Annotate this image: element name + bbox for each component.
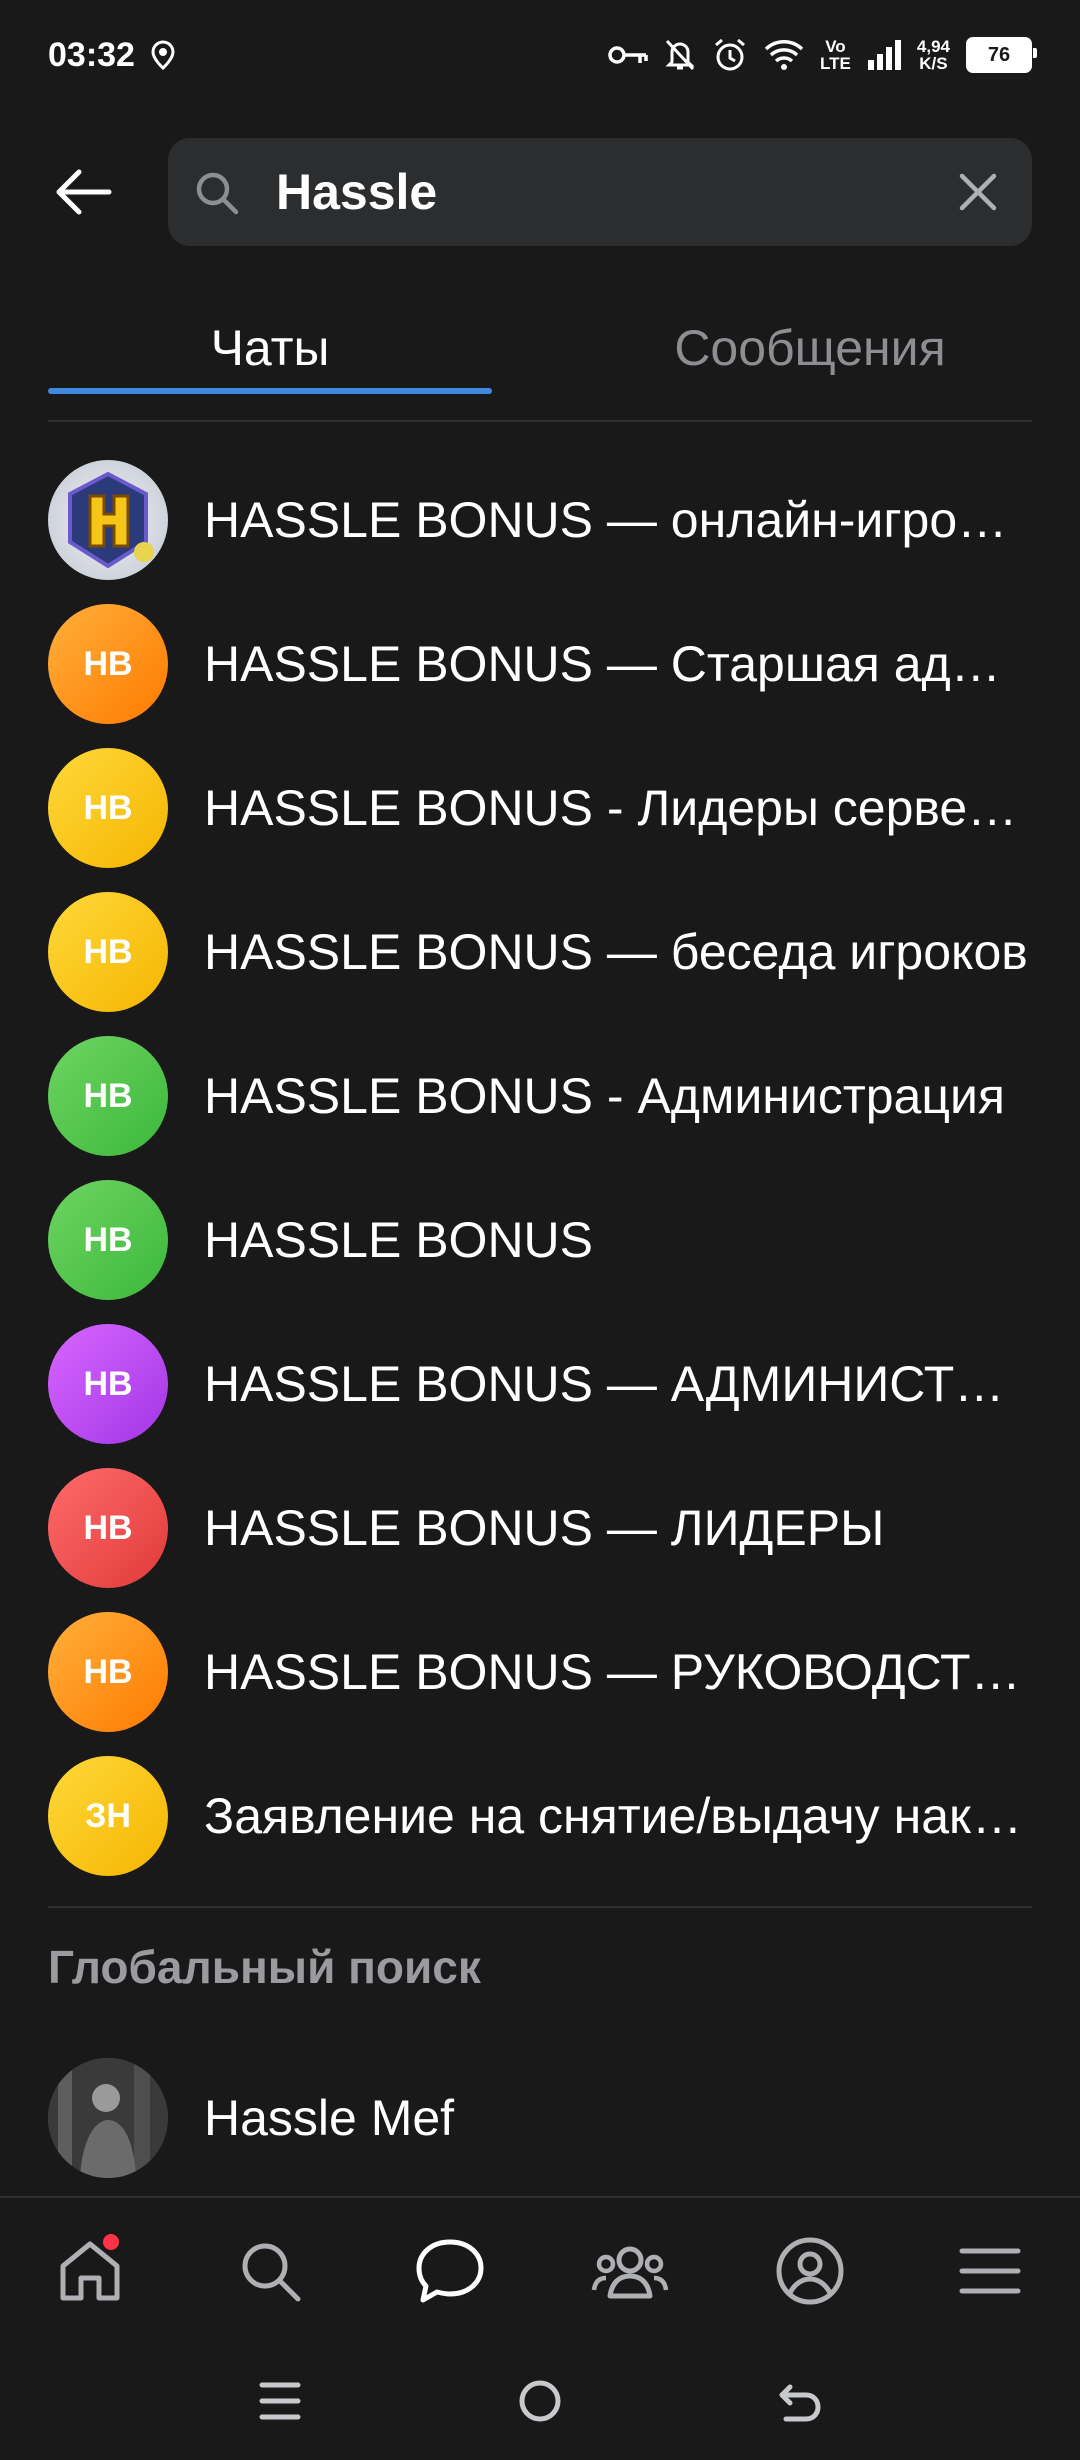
nav-home[interactable] xyxy=(35,2216,145,2326)
list-item[interactable]: HB HASSLE BONUS - Лидеры серверов xyxy=(48,736,1032,880)
avatar: HB xyxy=(48,1612,168,1732)
close-icon xyxy=(959,173,997,211)
tab-messages[interactable]: Сообщения xyxy=(588,300,1032,396)
list-item[interactable]: Hassle Mef xyxy=(48,2046,1032,2190)
menu-icon xyxy=(959,2248,1021,2294)
active-tab-indicator xyxy=(48,388,492,394)
avatar: HB xyxy=(48,1468,168,1588)
tab-chats[interactable]: Чаты xyxy=(48,300,492,396)
list-item[interactable]: HB HASSLE BONUS — беседа игроков xyxy=(48,880,1032,1024)
chat-title: Hassle Mef xyxy=(204,2090,455,2146)
list-item[interactable]: ЗН Заявление на снятие/выдачу наказаний xyxy=(48,1744,1032,1888)
wifi-icon xyxy=(764,39,804,71)
search-icon xyxy=(192,168,242,223)
status-time: 03:32 xyxy=(48,35,135,74)
list-item[interactable]: HB HASSLE BONUS - Администрация xyxy=(48,1024,1032,1168)
nav-menu[interactable] xyxy=(935,2216,1045,2326)
chat-title: HASSLE BONUS - Администрация xyxy=(204,1068,1005,1124)
profile-icon xyxy=(776,2237,844,2305)
nav-messages[interactable] xyxy=(395,2216,505,2326)
avatar: HB xyxy=(48,1036,168,1156)
avatar: HB xyxy=(48,1324,168,1444)
avatar: ЗН xyxy=(48,1756,168,1876)
back-button[interactable] xyxy=(48,162,118,222)
nav-friends[interactable] xyxy=(575,2216,685,2326)
alarm-icon xyxy=(712,37,748,73)
avatar: HB xyxy=(48,1180,168,1300)
avatar: HB xyxy=(48,604,168,724)
back-system-button[interactable] xyxy=(760,2361,840,2441)
avatar: HB xyxy=(48,892,168,1012)
chat-title: HASSLE BONUS — РУКОВОДСТВО xyxy=(204,1644,1032,1700)
list-item[interactable]: HASSLE BONUS — онлайн-игровой проект xyxy=(48,448,1032,592)
avatar xyxy=(48,2058,168,2178)
chat-title: HASSLE BONUS - Лидеры серверов xyxy=(204,780,1032,836)
chat-title: HASSLE BONUS — АДМИНИСТРАЦИЯ xyxy=(204,1356,1032,1412)
bottom-navigation xyxy=(0,2196,1080,2344)
system-navigation-bar xyxy=(0,2342,1080,2460)
chat-title: HASSLE BONUS — онлайн-игровой проект xyxy=(204,492,1032,548)
nav-search[interactable] xyxy=(215,2216,325,2326)
chat-title: HASSLE BONUS xyxy=(204,1212,594,1268)
search-icon xyxy=(242,2243,301,2302)
recent-apps-icon xyxy=(259,2382,301,2420)
avatar xyxy=(48,460,168,580)
clear-search-button[interactable] xyxy=(956,170,1000,219)
messages-icon xyxy=(416,2239,484,2303)
arrow-left-icon xyxy=(56,169,112,215)
chat-title: HASSLE BONUS — ЛИДЕРЫ xyxy=(204,1500,885,1556)
back-arrow-icon xyxy=(779,2384,821,2422)
circle-home-icon xyxy=(519,2380,561,2422)
vpn-key-icon xyxy=(608,43,648,67)
signal-icon xyxy=(867,40,901,70)
search-field[interactable] xyxy=(168,138,1032,246)
home-system-button[interactable] xyxy=(500,2361,580,2441)
chat-title: Заявление на снятие/выдачу наказаний xyxy=(204,1788,1032,1844)
list-item[interactable]: HB HASSLE BONUS — РУКОВОДСТВО xyxy=(48,1600,1032,1744)
chat-results-list: HASSLE BONUS — онлайн-игровой проект HB … xyxy=(48,448,1032,1888)
nav-profile[interactable] xyxy=(755,2216,865,2326)
list-item[interactable]: HB HASSLE BONUS — АДМИНИСТРАЦИЯ xyxy=(48,1312,1032,1456)
list-item[interactable]: HB HASSLE BONUS xyxy=(48,1168,1032,1312)
battery-indicator: 76 xyxy=(966,37,1037,73)
list-item[interactable]: HB HASSLE BONUS — Старшая администрация xyxy=(48,592,1032,736)
avatar: HB xyxy=(48,748,168,868)
hassle-logo-icon xyxy=(68,471,154,569)
recent-apps-button[interactable] xyxy=(240,2361,320,2441)
notifications-off-icon xyxy=(664,38,696,72)
location-pin-icon xyxy=(149,40,177,70)
search-input[interactable] xyxy=(276,138,896,246)
network-type: Vo LTE xyxy=(820,37,851,73)
section-divider xyxy=(48,1906,1032,1908)
network-speed: 4,94 K/S xyxy=(916,37,950,73)
chat-title: HASSLE BONUS — беседа игроков xyxy=(204,924,1028,980)
search-tabs: Чаты Сообщения xyxy=(48,300,1032,422)
friends-icon xyxy=(591,2246,669,2299)
list-item[interactable]: HB HASSLE BONUS — ЛИДЕРЫ xyxy=(48,1456,1032,1600)
chat-title: HASSLE BONUS — Старшая администрация xyxy=(204,636,1032,692)
notification-badge xyxy=(103,2234,119,2250)
person-photo-icon xyxy=(48,2058,168,2178)
search-header xyxy=(0,138,1080,246)
global-search-header: Глобальный поиск xyxy=(48,1941,481,1993)
status-bar: 03:32 Vo LTE 4,94 K/S 76 xyxy=(0,0,1080,110)
